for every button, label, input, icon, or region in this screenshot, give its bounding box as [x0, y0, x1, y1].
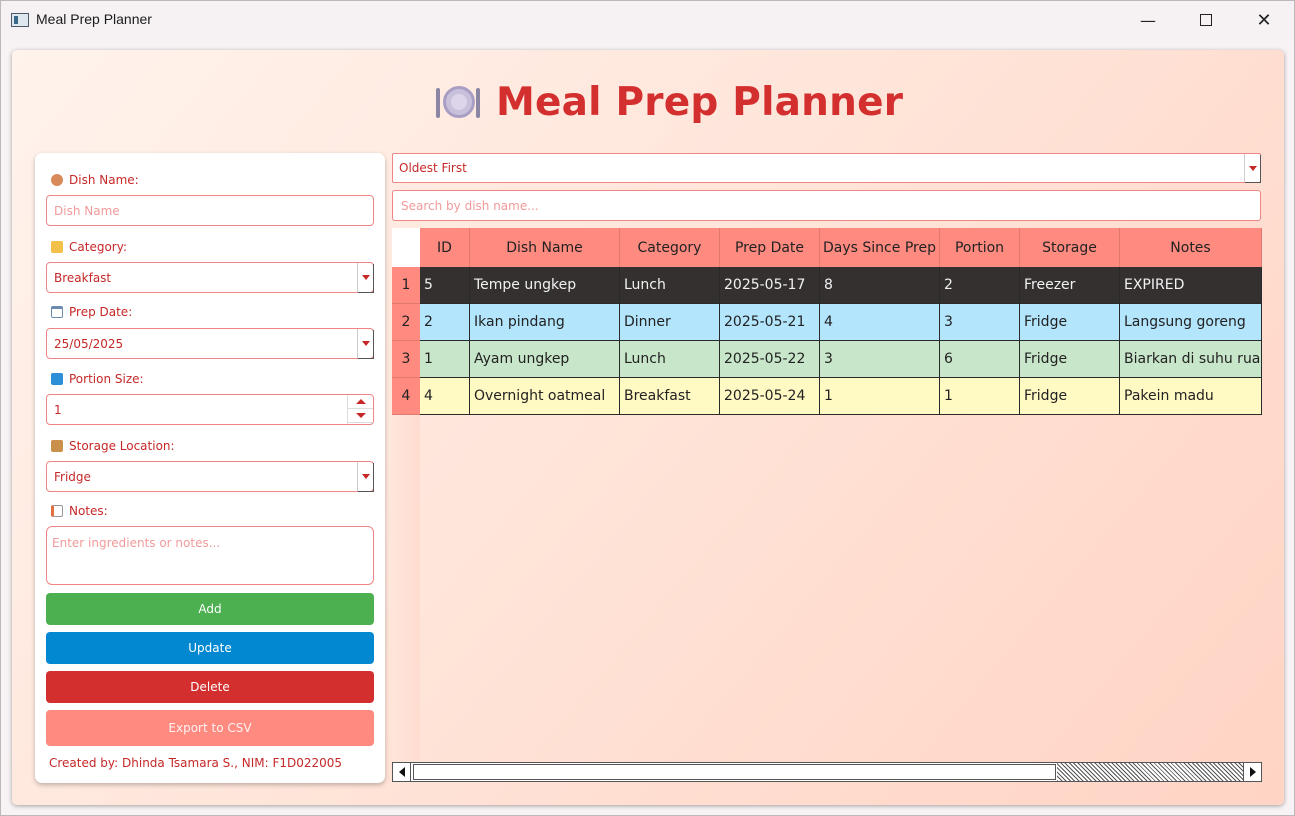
prep-date-picker[interactable]: 25/05/2025	[46, 328, 374, 359]
close-button[interactable]: ✕	[1235, 1, 1293, 39]
notes-textarea[interactable]: Enter ingredients or notes...	[46, 526, 374, 585]
row-number[interactable]: 1	[392, 267, 420, 304]
table-cell[interactable]: 1	[420, 341, 470, 378]
notes-label: Notes:	[51, 504, 108, 518]
export-csv-button[interactable]: Export to CSV	[46, 710, 374, 746]
plate-cutlery-icon	[436, 82, 480, 122]
table-cell[interactable]: 5	[420, 267, 470, 304]
table-cell[interactable]: Freezer	[1020, 267, 1120, 304]
prep-date-label: Prep Date:	[51, 305, 132, 319]
app-icon	[11, 13, 29, 27]
table-cell[interactable]: 1	[940, 378, 1020, 415]
row-number[interactable]: 3	[392, 341, 420, 378]
dish-name-label: Dish Name:	[51, 173, 139, 187]
table-cell[interactable]: 2025-05-17	[720, 267, 820, 304]
maximize-button[interactable]	[1177, 1, 1235, 39]
delete-button[interactable]: Delete	[46, 671, 374, 703]
search-input[interactable]: Search by dish name...	[392, 190, 1261, 221]
decrement-icon[interactable]	[348, 409, 373, 423]
row-number[interactable]: 4	[392, 378, 420, 415]
meal-table: ID Dish Name Category Prep Date Days Since P…	[392, 228, 1262, 760]
calendar-icon	[51, 306, 63, 318]
table-cell[interactable]: 2025-05-24	[720, 378, 820, 415]
table-cell[interactable]: Lunch	[620, 267, 720, 304]
table-cell[interactable]: Fridge	[1020, 304, 1120, 341]
horizontal-scrollbar[interactable]	[392, 762, 1262, 782]
table-cell[interactable]: 3	[940, 304, 1020, 341]
table-cell[interactable]: EXPIRED	[1120, 267, 1262, 304]
folder-icon	[51, 241, 63, 253]
table-cell[interactable]: Dinner	[620, 304, 720, 341]
scroll-left-icon[interactable]	[393, 763, 411, 781]
table-cell[interactable]: Fridge	[1020, 341, 1120, 378]
numbers-icon	[51, 373, 63, 385]
row-number[interactable]: 2	[392, 304, 420, 341]
column-header[interactable]: Notes	[1120, 228, 1262, 267]
page-title: Meal Prep Planner	[496, 79, 904, 125]
table-cell[interactable]: Overnight oatmeal	[470, 378, 620, 415]
table-cell[interactable]: 1	[820, 378, 940, 415]
form-panel: Dish Name: Dish Name Category: Breakfast…	[35, 153, 385, 783]
table-cell[interactable]: 4	[420, 378, 470, 415]
table-cell[interactable]: 8	[820, 267, 940, 304]
table-cell[interactable]: Langsung goreng	[1120, 304, 1262, 341]
table-cell[interactable]: Lunch	[620, 341, 720, 378]
table-cell[interactable]: 2025-05-22	[720, 341, 820, 378]
column-header[interactable]: Dish Name	[470, 228, 620, 267]
scrollbar-thumb[interactable]	[413, 764, 1056, 780]
table-cell[interactable]: Pakein madu	[1120, 378, 1262, 415]
table-cell[interactable]: Tempe ungkep	[470, 267, 620, 304]
table-corner[interactable]	[392, 228, 420, 267]
column-header[interactable]: Storage	[1020, 228, 1120, 267]
table-cell[interactable]: Breakfast	[620, 378, 720, 415]
category-label: Category:	[51, 240, 127, 254]
page-header: Meal Prep Planner	[436, 74, 903, 130]
column-header[interactable]: Prep Date	[720, 228, 820, 267]
storage-location-select[interactable]: Fridge	[46, 461, 374, 492]
chevron-down-icon[interactable]	[357, 462, 373, 491]
table-cell[interactable]: Fridge	[1020, 378, 1120, 415]
increment-icon[interactable]	[348, 395, 373, 409]
credit-text: Created by: Dhinda Tsamara S., NIM: F1D0…	[49, 756, 343, 770]
add-button[interactable]: Add	[46, 593, 374, 625]
table-cell[interactable]: 2025-05-21	[720, 304, 820, 341]
memo-icon	[51, 505, 63, 517]
table-cell[interactable]: 4	[820, 304, 940, 341]
package-icon	[51, 440, 63, 452]
main-content: Meal Prep Planner Dish Name: Dish Name C…	[12, 50, 1284, 805]
table-cell[interactable]: 2	[940, 267, 1020, 304]
table-cell[interactable]: Ayam ungkep	[470, 341, 620, 378]
dish-name-input[interactable]: Dish Name	[46, 195, 374, 226]
update-button[interactable]: Update	[46, 632, 374, 664]
table-cell[interactable]: 3	[820, 341, 940, 378]
chevron-down-icon[interactable]	[357, 263, 373, 292]
table-cell[interactable]: 2	[420, 304, 470, 341]
column-header[interactable]: ID	[420, 228, 470, 267]
column-header[interactable]: Category	[620, 228, 720, 267]
column-header[interactable]: Days Since Prep	[820, 228, 940, 267]
dish-icon	[51, 174, 63, 186]
chevron-down-icon[interactable]	[1244, 154, 1260, 182]
minimize-button[interactable]: —	[1119, 1, 1177, 39]
window-title: Meal Prep Planner	[36, 11, 152, 27]
table-cell[interactable]: Biarkan di suhu ruan...	[1120, 341, 1262, 378]
category-select[interactable]: Breakfast	[46, 262, 374, 293]
table-cell[interactable]: Ikan pindang	[470, 304, 620, 341]
scrollbar-track[interactable]	[1057, 763, 1243, 781]
storage-location-label: Storage Location:	[51, 439, 175, 453]
column-header[interactable]: Portion	[940, 228, 1020, 267]
sort-select[interactable]: Oldest First	[392, 153, 1261, 183]
portion-size-label: Portion Size:	[51, 372, 144, 386]
portion-size-stepper[interactable]: 1	[46, 394, 374, 425]
table-cell[interactable]: 6	[940, 341, 1020, 378]
maximize-icon	[1200, 14, 1212, 26]
title-bar: Meal Prep Planner — ✕	[1, 1, 1294, 39]
scroll-right-icon[interactable]	[1243, 763, 1261, 781]
app-window: Meal Prep Planner — ✕ Meal Prep Planner …	[0, 0, 1295, 816]
chevron-down-icon[interactable]	[357, 329, 373, 358]
